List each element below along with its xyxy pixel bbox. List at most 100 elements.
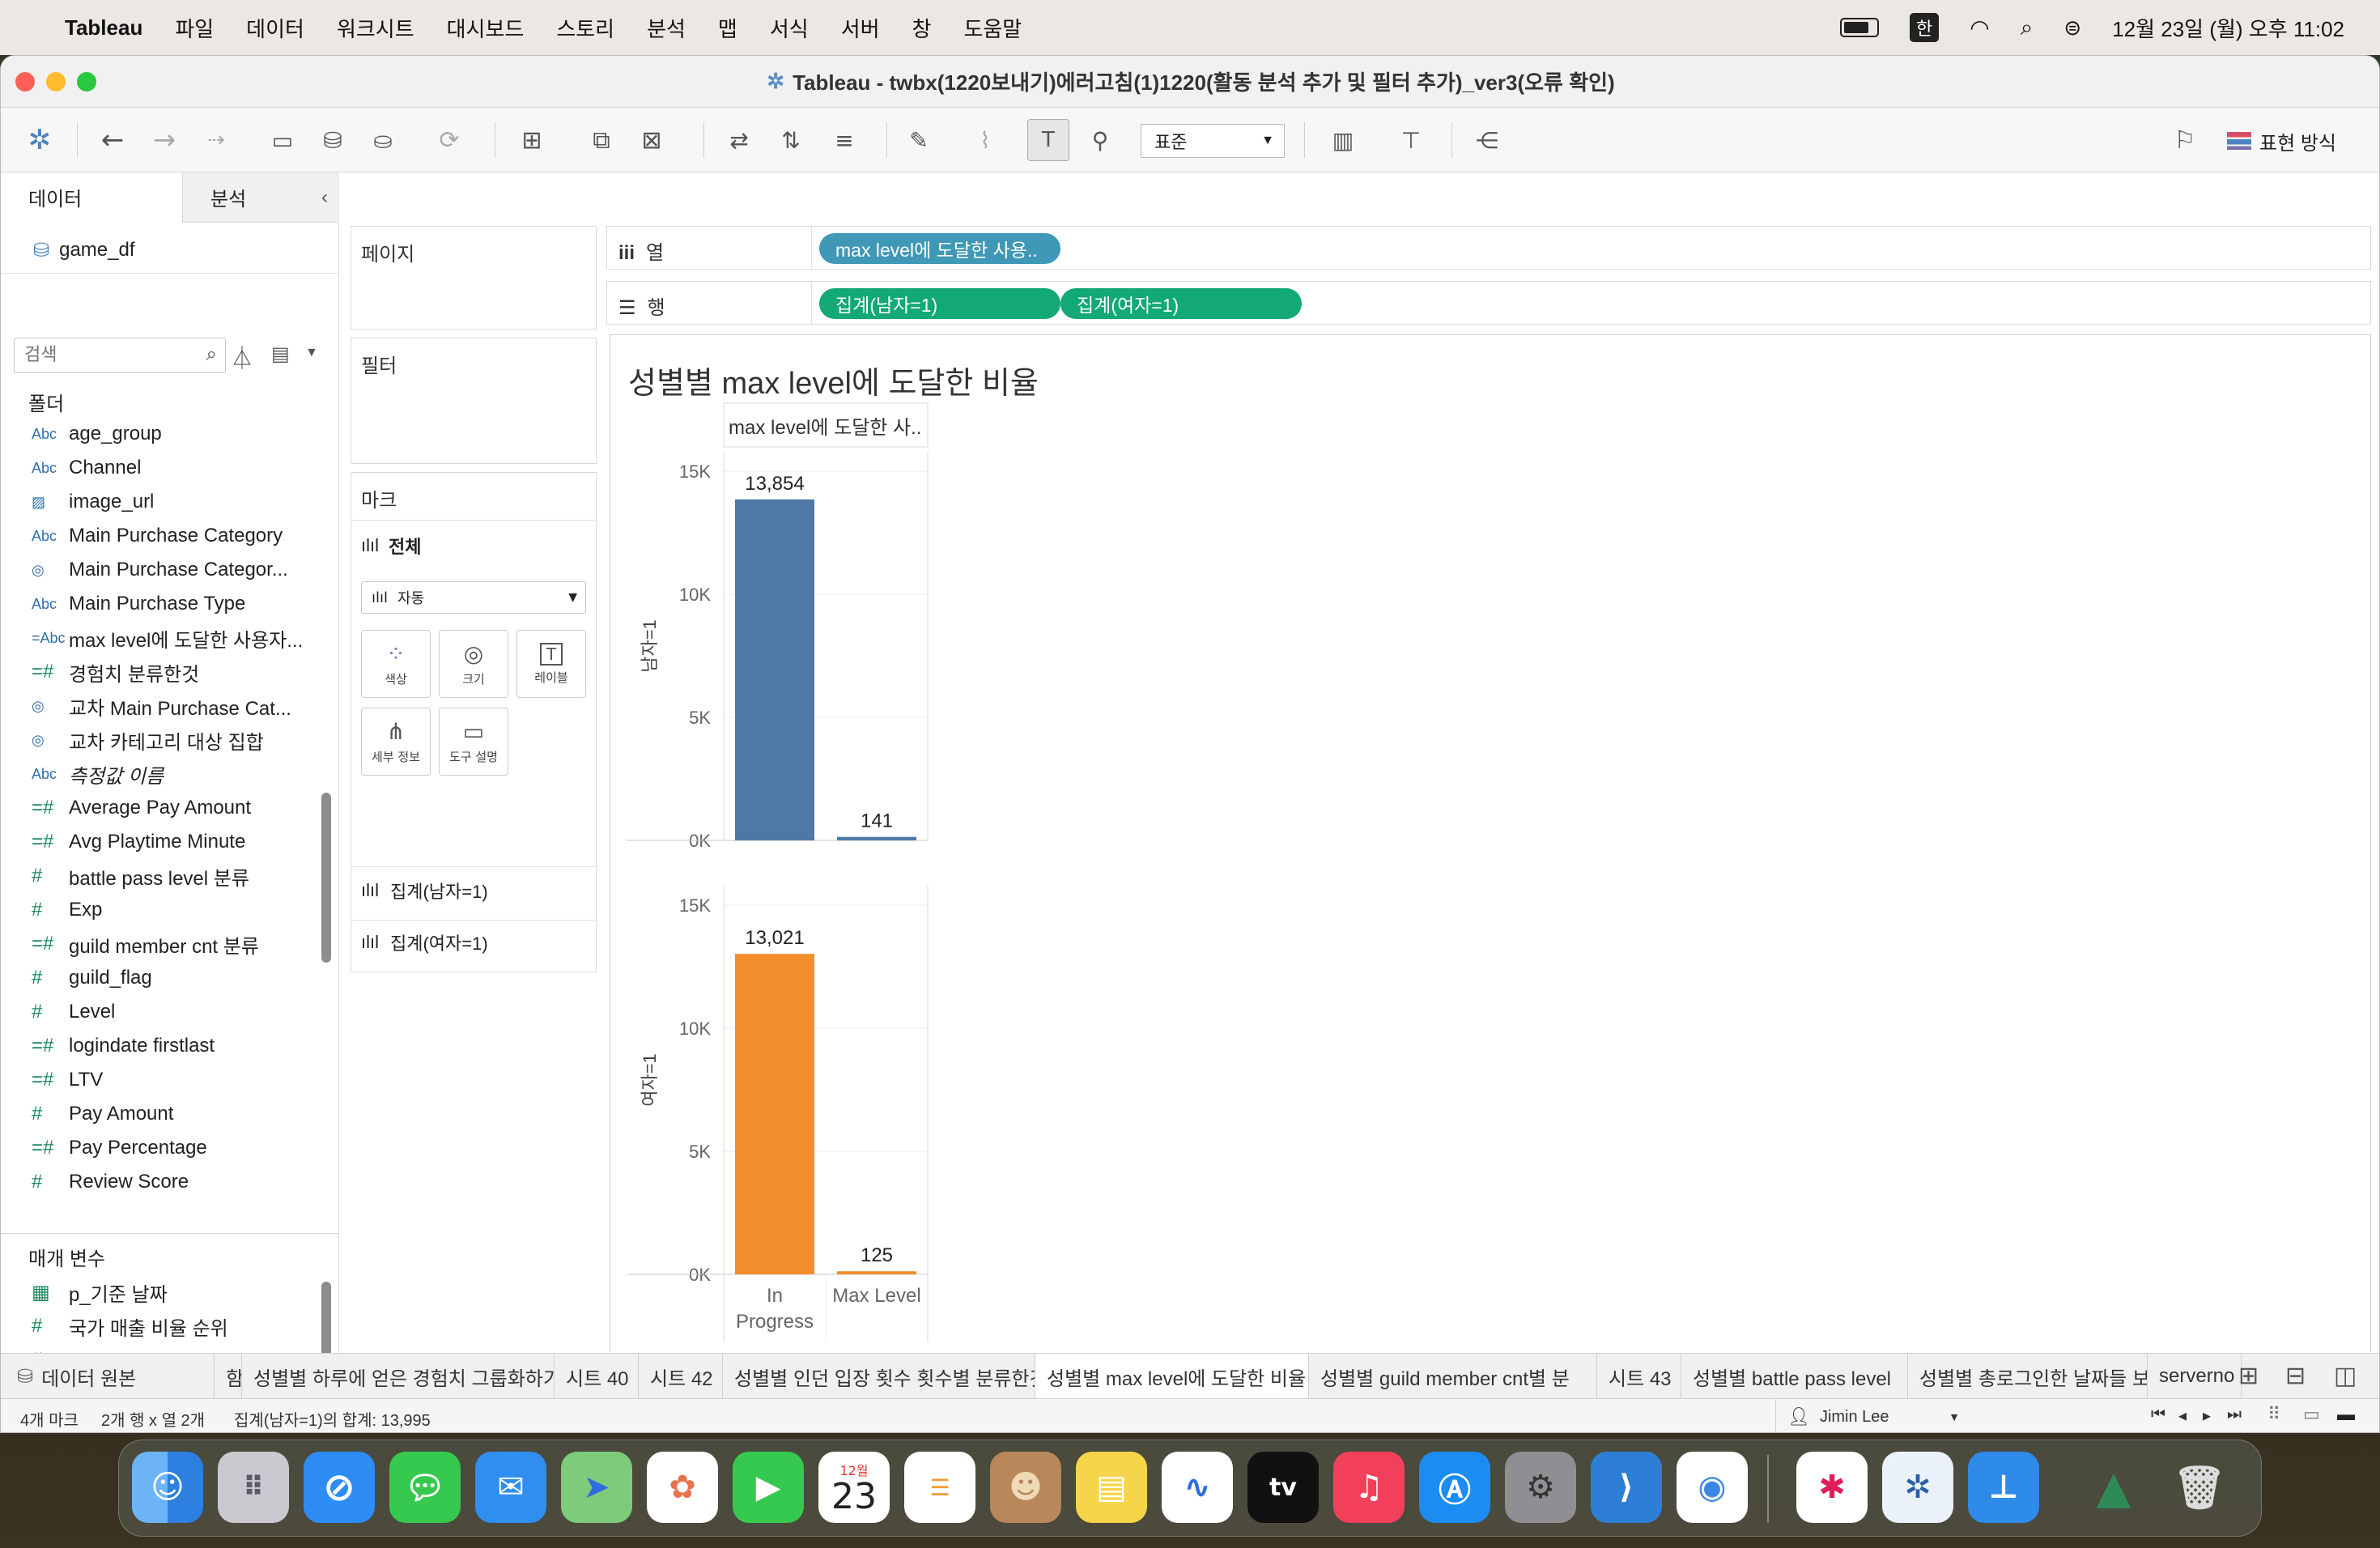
sheet-tab[interactable]: serverno — [2148, 1354, 2242, 1399]
filters-card[interactable]: 필터 — [351, 338, 597, 464]
sheet-tab[interactable]: 성별별 guild member cnt별 분 — [1309, 1354, 1597, 1399]
field-item[interactable]: ◎ Main Purchase Categor... — [1, 553, 325, 587]
menu-server[interactable]: 서버 — [841, 13, 880, 43]
field-item[interactable]: ◎ 교차 카테고리 대상 집합 — [1, 723, 325, 757]
field-item[interactable]: =# logindate firstlast — [1, 1029, 325, 1063]
field-item[interactable]: # Review Score — [1, 1165, 325, 1199]
field-item[interactable]: =# Pay Percentage — [1, 1131, 325, 1165]
pin-icon[interactable]: ⚐ — [2164, 119, 2206, 161]
field-item[interactable]: Abc Channel — [1, 451, 325, 485]
field-item[interactable]: ▨ image_url — [1, 485, 325, 519]
first-sheet-icon[interactable]: ⏮ — [2151, 1406, 2165, 1424]
filter-icon[interactable]: ⏃ — [231, 341, 253, 373]
safari-icon[interactable]: ⊘ — [304, 1452, 375, 1523]
show-labels-icon[interactable]: T — [1027, 119, 1069, 161]
menu-map[interactable]: 맵 — [718, 13, 737, 43]
new-story-icon[interactable]: ◫ — [2334, 1362, 2357, 1390]
user-menu[interactable]: 👤︎ Jimin Lee ▼ — [1775, 1399, 1970, 1432]
system-settings-icon[interactable]: ⚙ — [1505, 1452, 1576, 1523]
datasource-icon[interactable]: ⛀ — [362, 119, 404, 161]
sheet-tab[interactable]: 성별별 max level에 도달한 비율 — [1035, 1354, 1309, 1399]
field-item[interactable]: ◎ 교차 Main Purchase Cat... — [1, 689, 325, 723]
menu-story[interactable]: 스토리 — [556, 13, 614, 43]
field-item[interactable]: Abc Main Purchase Category — [1, 519, 325, 553]
field-item[interactable]: Abc age_group — [1, 417, 325, 451]
row-pill-female[interactable]: 집계(여자=1) — [1060, 288, 1302, 319]
collapse-pane-icon[interactable]: ‹ — [321, 186, 328, 209]
sheet-tab[interactable]: 성별별 battle pass level — [1681, 1354, 1908, 1399]
fit-select[interactable]: 표준 ▼ — [1141, 124, 1285, 158]
marks-all-tab[interactable]: ılıl 전체 — [361, 533, 421, 559]
chrome-icon[interactable]: ◉ — [1677, 1452, 1748, 1523]
menu-help[interactable]: 도움말 — [963, 13, 1022, 43]
size-button[interactable]: ◎ 크기 — [439, 630, 508, 698]
christmas-tree-icon[interactable]: ▲ — [2078, 1452, 2149, 1523]
swap-icon[interactable]: ⇄ — [718, 119, 760, 161]
menu-analysis[interactable]: 분석 — [647, 13, 686, 43]
field-item[interactable]: =Abc max level에 도달한 사용자... — [1, 621, 325, 655]
field-item[interactable]: =# Average Pay Amount — [1, 791, 325, 825]
marks-tab-male[interactable]: ılıl 집계(남자=1) — [361, 878, 488, 904]
music-icon[interactable]: ♫ — [1333, 1452, 1405, 1523]
vscode-icon[interactable]: ⟩ — [1591, 1452, 1662, 1523]
menu-file[interactable]: 파일 — [175, 13, 214, 43]
field-item[interactable]: # Exp — [1, 893, 325, 927]
mail-icon[interactable]: ✉ — [475, 1452, 546, 1523]
back-icon[interactable]: ← — [91, 119, 134, 161]
field-list-scrollbar[interactable] — [321, 793, 331, 963]
filmstrip-icon[interactable]: ▭ — [2303, 1404, 2320, 1425]
row-pill-male[interactable]: 집계(남자=1) — [819, 288, 1060, 319]
field-item[interactable]: Abc Main Purchase Type — [1, 587, 325, 621]
menu-worksheet[interactable]: 워크시트 — [337, 13, 414, 43]
facetime-icon[interactable]: ▶ — [733, 1452, 804, 1523]
share-icon[interactable]: ⋲ — [1466, 119, 1508, 161]
forward-icon[interactable]: → — [143, 119, 185, 161]
field-item[interactable]: =# Avg Playtime Minute — [1, 825, 325, 859]
maps-icon[interactable]: ➤ — [561, 1452, 632, 1523]
redo-icon[interactable]: ⇢ — [195, 119, 237, 161]
notes-icon[interactable]: ▤ — [1076, 1452, 1147, 1523]
sort-desc-icon[interactable]: ≡ — [823, 119, 865, 161]
launchpad-icon[interactable]: ⠿ — [218, 1452, 289, 1523]
chevron-down-icon[interactable]: ▼ — [305, 346, 318, 360]
new-dashboard-icon[interactable]: ⊟ — [2285, 1362, 2306, 1390]
show-me-button[interactable]: 표현 방식 — [2227, 122, 2336, 159]
contacts-icon[interactable]: ☻ — [990, 1452, 1061, 1523]
control-center-icon[interactable]: ⊜ — [2063, 15, 2081, 40]
tableau-home-icon[interactable]: ✲ — [19, 119, 61, 161]
marks-tab-female[interactable]: ılıl 집계(여자=1) — [361, 929, 488, 955]
presentation-icon[interactable]: ⊤ — [1390, 119, 1432, 161]
group-icon[interactable]: ⌇ — [964, 119, 1006, 161]
fix-axes-icon[interactable]: ⚲ — [1079, 119, 1121, 161]
sheet-tab[interactable]: 시트 42 — [639, 1354, 723, 1399]
menu-dashboard[interactable]: 대시보드 — [447, 13, 525, 43]
field-item[interactable]: # Pay Amount — [1, 1097, 325, 1131]
reminders-icon[interactable]: ☰ — [904, 1452, 975, 1523]
sheet-tab[interactable]: 함 — [215, 1354, 242, 1399]
field-item[interactable]: # Level — [1, 995, 325, 1029]
field-item[interactable]: # guild_flag — [1, 961, 325, 995]
app-store-icon[interactable]: Ⓐ — [1419, 1452, 1490, 1523]
minimize-window-button[interactable] — [46, 72, 66, 91]
show-cards-icon[interactable]: ▥ — [1322, 119, 1364, 161]
parameter-item[interactable]: ▦ p_기준 날짜 — [1, 1275, 325, 1309]
field-item[interactable]: =# guild member cnt 분류 — [1, 927, 325, 961]
menu-format[interactable]: 서식 — [770, 13, 809, 43]
rows-shelf[interactable]: ☰ 행 집계(남자=1) 집계(여자=1) — [606, 281, 2371, 325]
sheet-tab[interactable]: 시트 43 — [1597, 1354, 1681, 1399]
menu-window[interactable]: 창 — [912, 13, 932, 43]
mark-type-select[interactable]: ılıl 자동 ▼ — [361, 581, 586, 614]
maximize-window-button[interactable] — [77, 72, 96, 91]
pages-card[interactable]: 페이지 — [351, 226, 597, 330]
sheet-tab[interactable]: 성별별 하루에 얻은 경험치 그룹화하기 — [242, 1354, 555, 1399]
prev-sheet-icon[interactable]: ◂ — [2178, 1406, 2187, 1426]
refresh-icon[interactable]: ⟳ — [428, 119, 470, 161]
next-sheet-icon[interactable]: ▸ — [2203, 1406, 2211, 1426]
new-worksheet-icon[interactable]: ⊞ — [2238, 1362, 2259, 1390]
tab-analysis[interactable]: 분석 ‹ — [182, 172, 339, 223]
battery-icon[interactable] — [1840, 18, 1880, 37]
parameter-item[interactable]: # 국가 매출 비율 순위 — [1, 1309, 325, 1343]
save-icon[interactable]: ▭ — [261, 119, 304, 161]
columns-shelf[interactable]: iii 열 max level에 도달한 사용.. — [606, 226, 2371, 270]
column-pill[interactable]: max level에 도달한 사용.. — [819, 233, 1060, 264]
